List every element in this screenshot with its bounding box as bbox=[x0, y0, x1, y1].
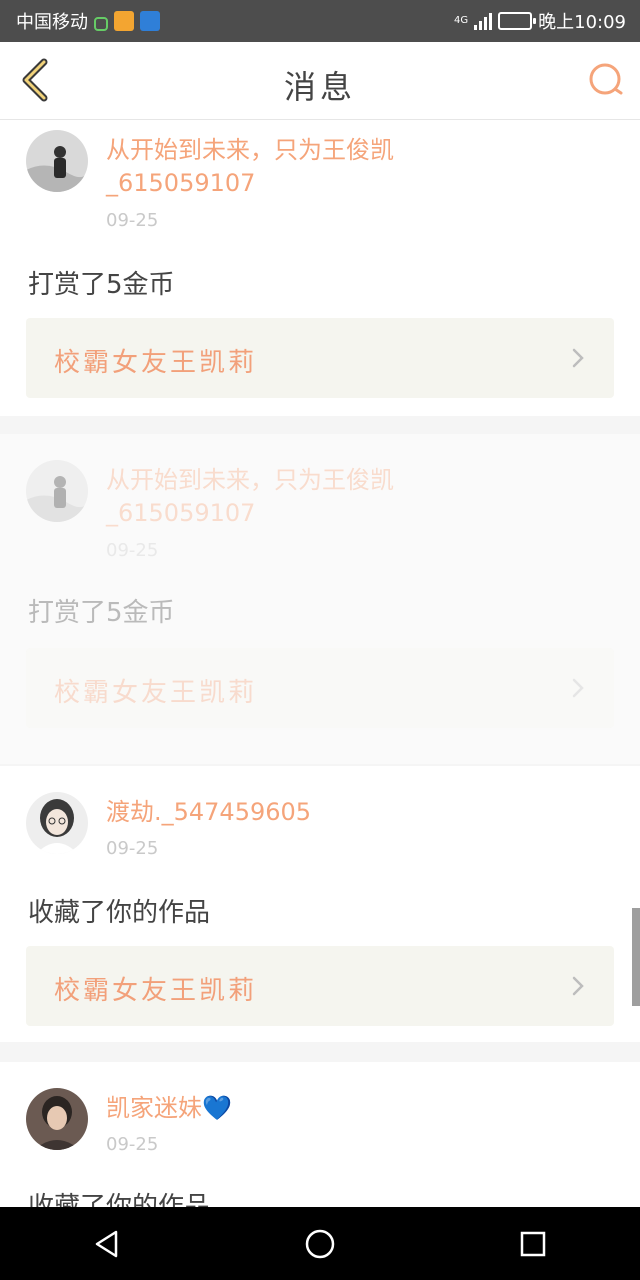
message-text: 打赏了5金币 bbox=[28, 598, 175, 628]
message-date: 09-25 bbox=[106, 540, 159, 561]
nav-back-button[interactable] bbox=[77, 1214, 137, 1274]
page-title: 消息 bbox=[283, 68, 356, 106]
message-card: 从开始到未来，只为王俊凯_615059107 09-25 打赏了5金币 校霸女友… bbox=[0, 434, 640, 764]
avatar[interactable] bbox=[26, 1088, 88, 1150]
battery-icon bbox=[498, 12, 537, 30]
work-link[interactable]: 校霸女友王凯莉 bbox=[26, 648, 614, 728]
message-card: 凯家迷妹💙 09-25 收藏了你的作品 bbox=[0, 1062, 640, 1207]
message-list[interactable]: 从开始到未来，只为王俊凯_615059107 09-25 打赏了5金币 校霸女友… bbox=[0, 120, 640, 1207]
message-card: 从开始到未来，只为王俊凯_615059107 09-25 打赏了5金币 校霸女友… bbox=[0, 120, 640, 416]
recents-square-icon bbox=[521, 1231, 546, 1256]
shield-icon bbox=[140, 11, 160, 31]
message-text: 收藏了你的作品 bbox=[28, 1192, 211, 1207]
signal-icon bbox=[474, 12, 493, 30]
work-title: 校霸女友王凯莉 bbox=[54, 678, 258, 708]
app-header: 消息 bbox=[0, 42, 640, 120]
message-date: 09-25 bbox=[106, 838, 159, 859]
network-type: 4G bbox=[454, 15, 469, 26]
work-link[interactable]: 校霸女友王凯莉 bbox=[26, 318, 614, 398]
nav-recents-button[interactable] bbox=[503, 1214, 563, 1274]
back-triangle-icon bbox=[95, 1230, 117, 1257]
lock-icon bbox=[94, 17, 108, 31]
message-text: 打赏了5金币 bbox=[28, 270, 175, 300]
work-link[interactable]: 校霸女友王凯莉 bbox=[26, 946, 614, 1026]
user-name[interactable]: 从开始到未来，只为王俊凯_615059107 bbox=[106, 464, 396, 530]
search-icon bbox=[589, 63, 623, 95]
message-date: 09-25 bbox=[106, 1134, 159, 1155]
chevron-right-icon bbox=[572, 348, 584, 368]
avatar[interactable] bbox=[26, 130, 88, 192]
search-button[interactable] bbox=[584, 58, 628, 102]
status-bar: 中国移动 4G 晚上10:09 bbox=[0, 0, 640, 42]
message-text: 收藏了你的作品 bbox=[28, 898, 211, 928]
avatar[interactable] bbox=[26, 460, 88, 522]
message-card: 渡劫._547459605 09-25 收藏了你的作品 校霸女友王凯莉 bbox=[0, 766, 640, 1042]
home-circle-icon bbox=[305, 1229, 335, 1258]
system-nav-bar bbox=[0, 1207, 640, 1280]
app-notification-icon bbox=[114, 11, 134, 31]
work-title: 校霸女友王凯莉 bbox=[54, 348, 258, 378]
user-name[interactable]: 从开始到未来，只为王俊凯_615059107 bbox=[106, 134, 396, 200]
work-title: 校霸女友王凯莉 bbox=[54, 976, 258, 1006]
chevron-right-icon bbox=[572, 678, 584, 698]
user-name[interactable]: 渡劫._547459605 bbox=[106, 796, 396, 829]
avatar[interactable] bbox=[26, 792, 88, 854]
user-name[interactable]: 凯家迷妹💙 bbox=[106, 1092, 396, 1125]
clock: 晚上10:09 bbox=[538, 12, 626, 33]
carrier-name: 中国移动 bbox=[16, 12, 88, 33]
nav-home-button[interactable] bbox=[290, 1214, 350, 1274]
chevron-right-icon bbox=[572, 976, 584, 996]
scrollbar[interactable] bbox=[632, 908, 640, 1006]
message-date: 09-25 bbox=[106, 210, 159, 231]
